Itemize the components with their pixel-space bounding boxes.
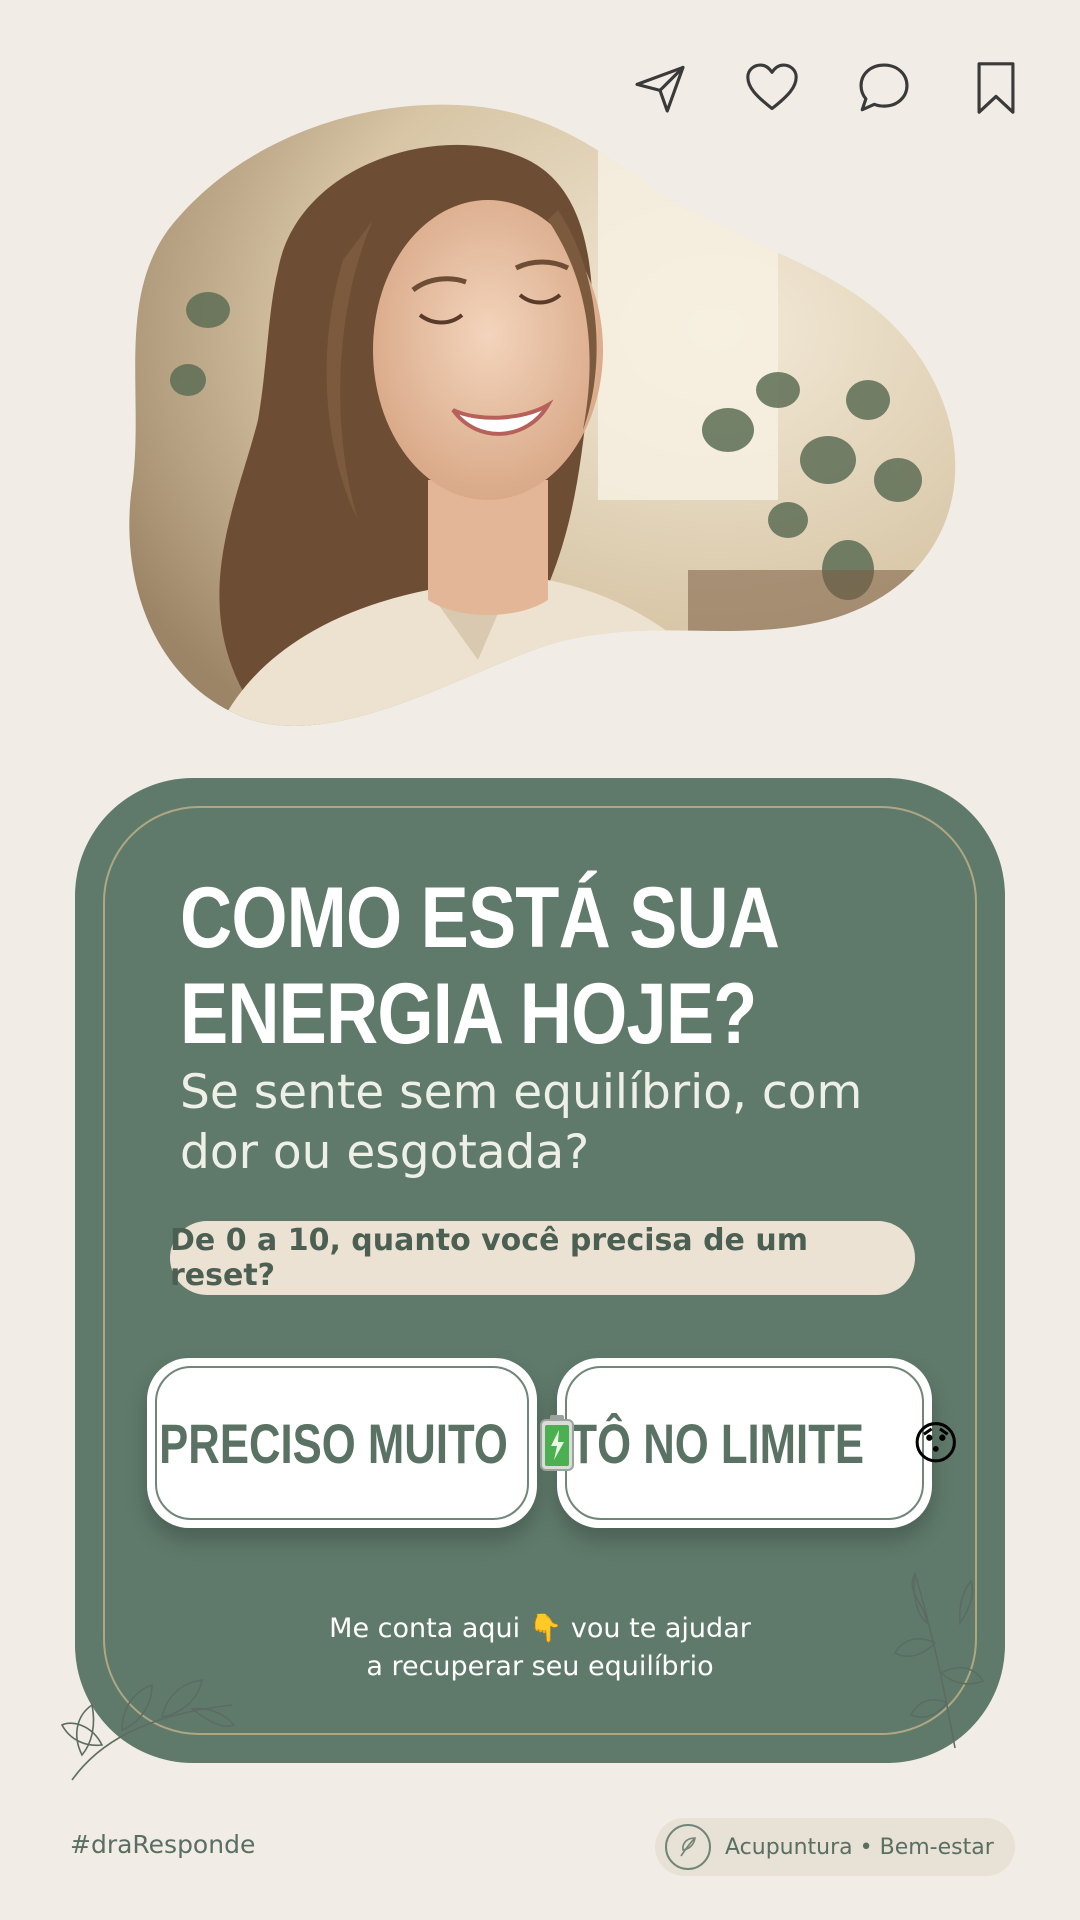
- category-tag: Acupuntura • Bem-estar: [655, 1818, 1015, 1876]
- cta-line-1: Me conta aqui 👇 vou te ajudar: [329, 1613, 751, 1644]
- cta-line-2: a recuperar seu equilíbrio: [366, 1651, 714, 1682]
- option-label: TÔ NO LIMITE: [570, 1411, 865, 1475]
- leaf-decoration-right: [875, 1553, 995, 1753]
- card-title: COMO ESTÁ SUA ENERGIA HOJE?: [180, 870, 785, 1062]
- prompt-pill: De 0 a 10, quanto você precisa de um res…: [170, 1221, 915, 1295]
- card-subtitle: Se sente sem equilíbrio, com dor ou esgo…: [180, 1065, 863, 1180]
- option-to-no-limite-button[interactable]: TÔ NO LIMITE 😯: [557, 1358, 960, 1528]
- leaf-decoration-left: [52, 1625, 242, 1785]
- hashtag-link[interactable]: #draResponde: [70, 1830, 255, 1859]
- leaf-logo-icon: [665, 1824, 711, 1870]
- bookmark-icon[interactable]: [966, 58, 1026, 118]
- category-tag-text: Acupuntura • Bem-estar: [725, 1834, 994, 1860]
- prompt-text: De 0 a 10, quanto você precisa de um res…: [170, 1223, 808, 1293]
- hushed-face-emoji: 😯: [911, 1416, 960, 1470]
- battery-charging-icon: [539, 1414, 575, 1472]
- option-label: PRECISO MUITO: [158, 1411, 508, 1475]
- question-card: COMO ESTÁ SUA ENERGIA HOJE? Se sente sem…: [75, 778, 1005, 1763]
- title-line-1: COMO ESTÁ SUA: [180, 870, 780, 966]
- title-line-2: ENERGIA HOJE?: [180, 966, 757, 1062]
- hero-photo: [128, 100, 968, 755]
- option-preciso-muito-button[interactable]: PRECISO MUITO: [147, 1358, 574, 1528]
